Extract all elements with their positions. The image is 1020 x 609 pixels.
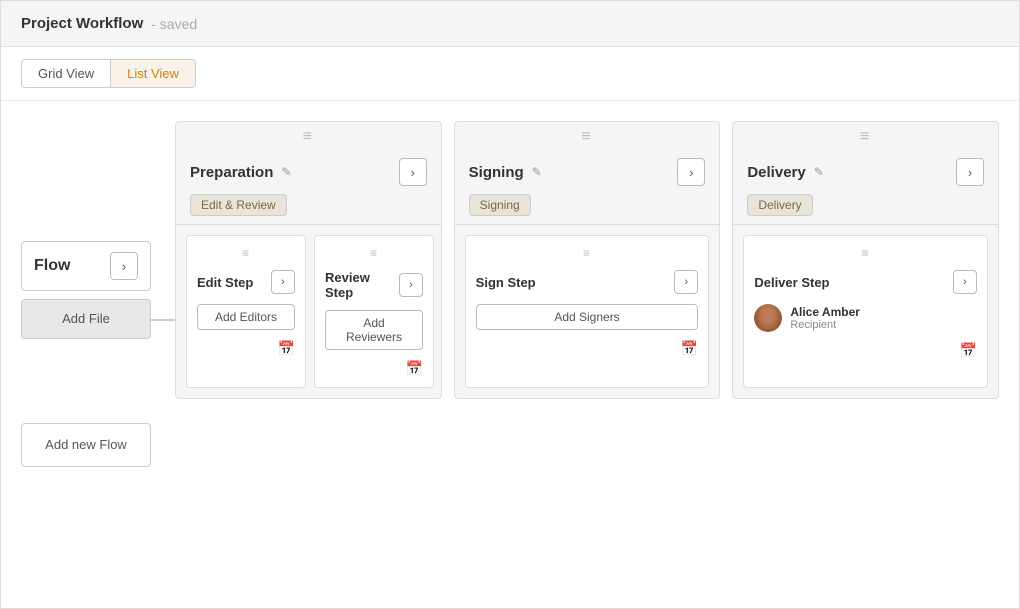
app-container: Project Workflow - saved Grid View List … (0, 0, 1020, 609)
delivery-steps: ≡ Deliver Step › Alice Amber (733, 225, 998, 398)
signing-drag-handle: ≡ (455, 122, 720, 148)
deliver-step-title-row: Deliver Step › (754, 270, 977, 294)
signing-header-top: Signing ✎ › (469, 158, 706, 186)
toolbar: Grid View List View (1, 47, 1019, 101)
sign-step-drag: ≡ (476, 246, 699, 260)
delivery-nav-button[interactable]: › (956, 158, 984, 186)
avatar-image (754, 304, 782, 332)
prep-drag-handle: ≡ (176, 122, 441, 148)
review-step-drag: ≡ (325, 246, 423, 260)
stage-signing: ≡ Signing ✎ › Signing (454, 121, 721, 399)
stages-area: ≡ Preparation ✎ › Edit & Rev (175, 121, 999, 399)
list-view-button[interactable]: List View (111, 59, 196, 88)
flow-box: Flow › Add File (21, 241, 151, 339)
recipient-info: Alice Amber Recipient (790, 305, 860, 331)
connector-line (151, 319, 175, 321)
edit-step-title: Edit Step (197, 275, 253, 290)
delivery-header-top: Delivery ✎ › (747, 158, 984, 186)
edit-step-drag: ≡ (197, 246, 295, 260)
delivery-badge: Delivery (747, 194, 812, 216)
flow-nav-button[interactable]: › (110, 252, 138, 280)
sign-step-calendar-icon: 📅 (681, 340, 698, 357)
chevron-right-icon: › (689, 165, 693, 180)
signing-nav-button[interactable]: › (677, 158, 705, 186)
recipient-row: Alice Amber Recipient (754, 304, 977, 332)
review-step-card: ≡ Review Step › Add Reviewers 📅 (314, 235, 434, 388)
prep-badge: Edit & Review (190, 194, 287, 216)
sign-step-nav-button[interactable]: › (674, 270, 698, 294)
signing-title: Signing (469, 164, 524, 181)
signing-edit-icon[interactable]: ✎ (532, 165, 542, 179)
header: Project Workflow - saved (1, 1, 1019, 47)
recipient-role: Recipient (790, 319, 860, 331)
flow-label: Flow (34, 257, 70, 275)
prep-nav-button[interactable]: › (399, 158, 427, 186)
add-signers-button[interactable]: Add Signers (476, 304, 699, 330)
sign-step-title: Sign Step (476, 275, 536, 290)
edit-step-calendar-icon: 📅 (278, 340, 295, 357)
canvas: Flow › Add File ≡ (1, 101, 1019, 608)
deliver-step-calendar-icon: 📅 (960, 342, 977, 359)
deliver-step-nav-button[interactable]: › (953, 270, 977, 294)
deliver-step-title: Deliver Step (754, 275, 829, 290)
delivery-title: Delivery (747, 164, 805, 181)
deliver-step-drag: ≡ (754, 246, 977, 260)
saved-status: - saved (151, 16, 197, 32)
edit-step-nav-button[interactable]: › (271, 270, 295, 294)
prep-title: Preparation (190, 164, 273, 181)
review-step-nav-button[interactable]: › (399, 273, 423, 297)
signing-badge: Signing (469, 194, 531, 216)
chevron-right-icon: › (411, 165, 415, 180)
chevron-right-icon: › (968, 165, 972, 180)
stage-delivery: ≡ Delivery ✎ › Delivery (732, 121, 999, 399)
edit-step-card: ≡ Edit Step › Add Editors 📅 (186, 235, 306, 388)
sign-step-title-row: Sign Step › (476, 270, 699, 294)
add-file-label: Add File (62, 311, 110, 326)
workflow-area: Flow › Add File ≡ (21, 121, 999, 399)
add-editors-button[interactable]: Add Editors (197, 304, 295, 330)
signing-title-row: Signing ✎ (469, 164, 542, 181)
prep-header-top: Preparation ✎ › (190, 158, 427, 186)
delivery-title-row: Delivery ✎ (747, 164, 823, 181)
add-file-card[interactable]: Add File (21, 299, 151, 339)
stage-preparation: ≡ Preparation ✎ › Edit & Rev (175, 121, 442, 399)
review-step-calendar-icon: 📅 (406, 360, 423, 377)
add-new-flow-label: Add new Flow (45, 437, 127, 452)
add-new-flow-card[interactable]: Add new Flow (21, 423, 151, 467)
grid-view-button[interactable]: Grid View (21, 59, 111, 88)
prep-header: Preparation ✎ › Edit & Review (176, 148, 441, 225)
signing-header: Signing ✎ › Signing (455, 148, 720, 225)
prep-steps: ≡ Edit Step › Add Editors 📅 ≡ (176, 225, 441, 398)
signing-steps: ≡ Sign Step › Add Signers 📅 (455, 225, 720, 398)
delivery-header: Delivery ✎ › Delivery (733, 148, 998, 225)
recipient-name: Alice Amber (790, 305, 860, 319)
review-step-title: Review Step (325, 270, 393, 300)
sign-step-card: ≡ Sign Step › Add Signers 📅 (465, 235, 710, 388)
edit-step-title-row: Edit Step › (197, 270, 295, 294)
avatar (754, 304, 782, 332)
prep-edit-icon[interactable]: ✎ (281, 165, 291, 179)
review-step-title-row: Review Step › (325, 270, 423, 300)
chevron-right-icon: › (122, 259, 126, 274)
deliver-step-card: ≡ Deliver Step › Alice Amber (743, 235, 988, 388)
prep-title-row: Preparation ✎ (190, 164, 291, 181)
page-title: Project Workflow (21, 15, 143, 32)
delivery-edit-icon[interactable]: ✎ (814, 165, 824, 179)
add-reviewers-button[interactable]: Add Reviewers (325, 310, 423, 350)
delivery-drag-handle: ≡ (733, 122, 998, 148)
flow-card: Flow › (21, 241, 151, 291)
